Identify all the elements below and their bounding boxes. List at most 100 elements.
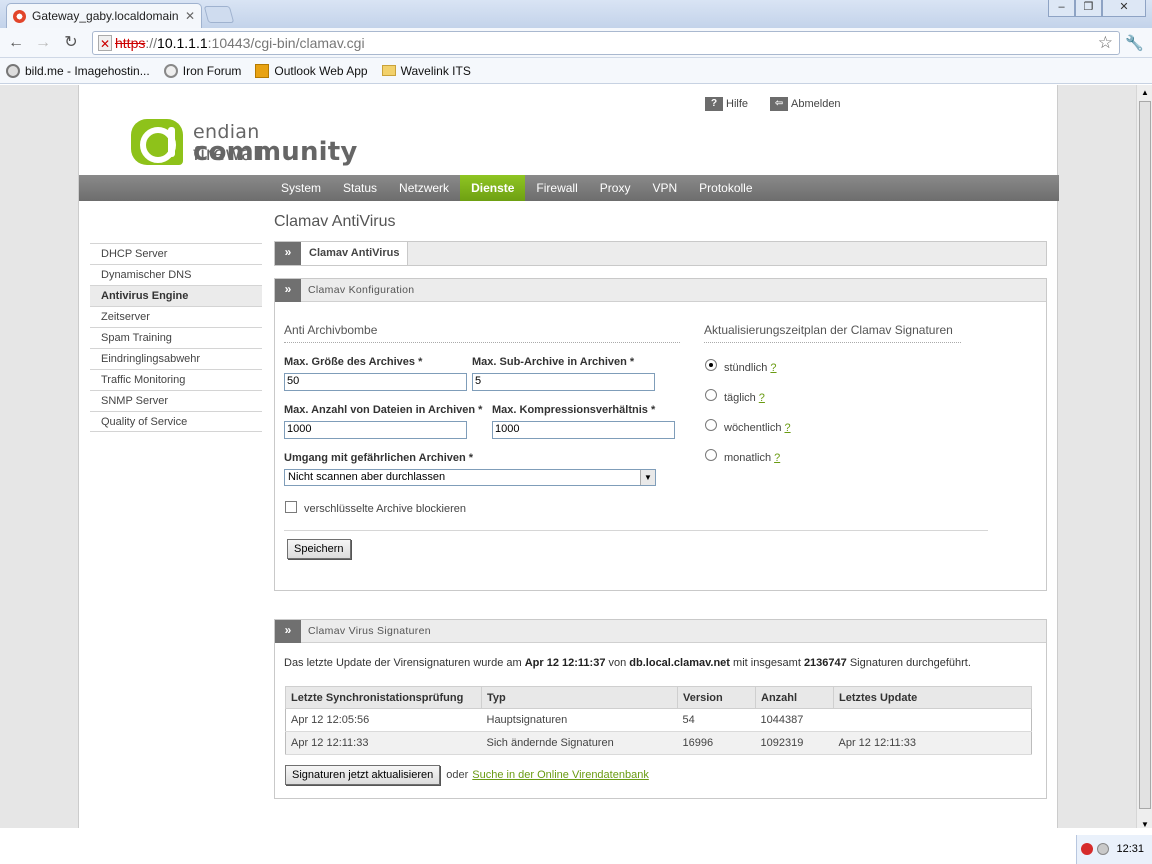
bookmark-iron-forum[interactable]: Iron Forum [163,63,242,78]
browser-toolbar: ← → ↻ https://10.1.1.1:10443/cgi-bin/cla… [0,28,1152,58]
bookmark-label: bild.me - Imagehostin... [25,63,150,78]
bookmark-bildme[interactable]: bild.me - Imagehostin... [6,63,150,78]
close-window-icon[interactable]: ✕ [1102,0,1146,17]
handling-select[interactable]: Nicht scannen aber durchlassen ▼ [284,469,656,486]
signatures-panel-title: Clamav Virus Signaturen [308,625,431,637]
page-viewport: endian firewall community ? Hilfe ⇦ Abmeld… [0,85,1136,828]
window-controls: – ❐ ✕ [1048,0,1146,17]
table-cell: Apr 12 12:11:33 [285,731,482,755]
page-scrollbar[interactable]: ▲ ▼ [1136,85,1152,835]
bookmark-star-icon[interactable]: ☆ [1098,32,1113,54]
nav-protokolle[interactable]: Protokolle [688,175,763,201]
tab-title: Gateway_gaby.localdomain - E [32,9,181,23]
info-host: db.local.clamav.net [629,657,730,669]
radio-hourly[interactable] [705,359,717,371]
logout-link[interactable]: ⇦ Abmelden [770,97,841,111]
site-header: endian firewall community ? Hilfe ⇦ Abmeld… [79,85,1059,175]
sidebar-item-qos[interactable]: Quality of Service [90,411,262,432]
table-header-row: Letzte Synchronistationsprüfung Typ Vers… [285,686,1032,709]
address-bar[interactable]: https://10.1.1.1:10443/cgi-bin/clamav.cg… [92,31,1120,55]
nav-firewall[interactable]: Firewall [525,175,588,201]
sidebar-item-traffic[interactable]: Traffic Monitoring [90,369,262,390]
forward-icon[interactable]: → [32,32,54,54]
folder-icon [381,65,396,76]
tab-clamav[interactable]: Clamav AntiVirus [301,242,409,265]
bookmark-wavelink[interactable]: Wavelink ITS [381,64,471,78]
save-button[interactable]: Speichern [287,539,351,559]
table-row: Apr 12 12:05:56 Hauptsignaturen 54 10443… [285,708,1032,732]
archive-section-title: Anti Archivbombe [284,323,680,343]
sidebar-item-ids[interactable]: Eindringlingsabwehr [90,348,262,369]
online-virus-db-link[interactable]: Suche in der Online Virendatenbank [472,769,649,781]
tray-clock-icon[interactable] [1097,843,1109,855]
sidebar-item-snmp[interactable]: SNMP Server [90,390,262,411]
sidebar-item-dyndns[interactable]: Dynamischer DNS [90,264,262,285]
schedule-section-title: Aktualisierungszeitplan der Clamav Signa… [704,323,961,343]
help-link[interactable]: ? [759,392,765,404]
table-cell: Hauptsignaturen [481,708,678,732]
max-size-input[interactable]: 50 [284,373,467,391]
table-row: Apr 12 12:11:33 Sich ändernde Signaturen… [285,731,1032,755]
ssl-warning-icon [98,33,112,55]
radio-daily-label: täglich? [724,392,765,404]
sidebar-item-antivirus[interactable]: Antivirus Engine [90,285,262,306]
browser-titlebar: Gateway_gaby.localdomain - E ✕ – ❐ ✕ [0,0,1152,28]
tray-app-icon[interactable] [1081,843,1093,855]
endian-logo[interactable]: endian firewall community [131,119,357,173]
wrench-icon[interactable]: 🔧 [1125,34,1144,52]
back-icon[interactable]: ← [5,32,27,54]
dropdown-arrow-icon[interactable]: ▼ [640,470,655,485]
max-ratio-input[interactable]: 1000 [492,421,675,439]
scroll-up-icon[interactable]: ▲ [1139,87,1151,99]
radio-monthly[interactable] [705,449,717,461]
nav-netzwerk[interactable]: Netzwerk [388,175,460,201]
side-nav: DHCP Server Dynamischer DNS Antivirus En… [90,243,262,432]
scroll-thumb[interactable] [1139,101,1151,809]
page-container: endian firewall community ? Hilfe ⇦ Abmeld… [78,85,1059,828]
config-panel-header: » Clamav Konfiguration [275,279,1046,302]
sidebar-item-spam[interactable]: Spam Training [90,327,262,348]
sidebar-item-dhcp[interactable]: DHCP Server [90,243,262,264]
max-files-input[interactable]: 1000 [284,421,467,439]
nav-status[interactable]: Status [332,175,388,201]
max-sub-input[interactable]: 5 [472,373,655,391]
divider [284,530,988,531]
table-cell: 1092319 [755,731,834,755]
encrypted-checkbox[interactable] [285,501,297,513]
table-cell [833,708,1032,732]
nav-dienste[interactable]: Dienste [460,175,526,201]
radio-weekly[interactable] [705,419,717,431]
url-protocol: https [115,35,146,51]
sidebar-item-zeitserver[interactable]: Zeitserver [90,306,262,327]
new-tab-button[interactable] [203,6,235,23]
tab-close-icon[interactable]: ✕ [185,9,195,23]
signatures-panel: » Clamav Virus Signaturen Das letzte Upd… [274,619,1047,799]
help-link[interactable]: ? [770,362,776,374]
table-cell: 54 [677,708,756,732]
globe-icon [163,63,178,78]
bookmark-label: Iron Forum [182,63,242,78]
help-link[interactable]: ? [784,422,790,434]
minimize-icon[interactable]: – [1048,0,1075,17]
update-signatures-button[interactable]: Signaturen jetzt aktualisieren [285,765,441,785]
outlook-icon [255,63,270,78]
max-ratio-label: Max. Kompressionsverhältnis * [492,404,656,416]
browser-tab[interactable]: Gateway_gaby.localdomain - E ✕ [6,3,202,28]
reload-icon[interactable]: ↻ [60,32,82,54]
logout-label: Abmelden [791,98,841,110]
help-link[interactable]: ? [774,452,780,464]
nav-vpn[interactable]: VPN [641,175,688,201]
bookmark-owa[interactable]: Outlook Web App [255,63,368,78]
nav-proxy[interactable]: Proxy [589,175,642,201]
handling-select-value: Nicht scannen aber durchlassen [288,471,446,483]
restore-icon[interactable]: ❐ [1075,0,1102,17]
help-link[interactable]: ? Hilfe [705,97,748,111]
table-cell: 16996 [677,731,756,755]
taskbar [0,828,1152,864]
nav-system[interactable]: System [270,175,332,201]
column-header: Anzahl [755,686,834,709]
update-actions: Signaturen jetzt aktualisieren oder Such… [285,765,649,785]
radio-monthly-label: monatlich? [724,452,780,464]
radio-daily[interactable] [705,389,717,401]
help-label: Hilfe [726,98,749,110]
